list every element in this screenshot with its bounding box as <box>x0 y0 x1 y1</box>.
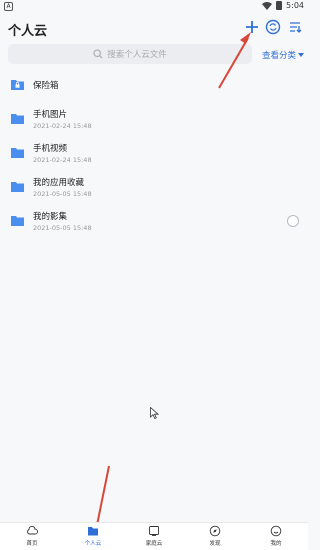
compass-icon <box>209 525 221 537</box>
list-item-folder[interactable]: 我的影集 2021-05-05 15:48 <box>0 206 308 238</box>
tab-label: 个人云 <box>84 541 102 547</box>
tab-family-cloud[interactable]: 家庭云 <box>134 525 174 550</box>
plus-icon <box>246 21 258 33</box>
folder-icon <box>11 182 24 192</box>
cloud-icon <box>27 525 38 535</box>
list-item-folder[interactable]: 手机图片 2021-02-24 15:48 <box>0 104 308 136</box>
triangle-down-icon <box>298 53 305 57</box>
select-radio[interactable] <box>287 215 299 227</box>
file-name: 我的影集 <box>33 212 68 222</box>
search-icon <box>93 49 103 59</box>
folder-icon <box>88 527 98 536</box>
lock-folder-icon <box>11 80 24 90</box>
file-date: 2021-05-05 15:48 <box>33 224 92 232</box>
file-date: 2021-02-24 15:48 <box>33 122 92 130</box>
file-date: 2021-05-05 15:48 <box>33 190 92 198</box>
folder-icon <box>11 216 24 226</box>
tab-me[interactable]: 我的 <box>256 525 296 550</box>
tab-personal-cloud[interactable]: 个人云 <box>73 525 113 550</box>
tab-label: 我的 <box>270 541 282 547</box>
tab-label: 首页 <box>26 541 38 547</box>
list-item-vault[interactable]: 保险箱 <box>0 70 308 102</box>
wifi-icon <box>262 1 273 10</box>
tab-home[interactable]: 首页 <box>12 525 52 550</box>
bottom-tab-bar: 首页 个人云 家庭云 发现 我的 <box>0 522 308 550</box>
mouse-cursor-icon <box>150 407 159 419</box>
file-name: 保险箱 <box>33 81 59 91</box>
view-category-label: 查看分类 <box>262 51 297 61</box>
sync-icon <box>265 19 281 35</box>
file-name: 手机图片 <box>33 110 68 120</box>
view-category-link[interactable]: 查看分类 <box>262 49 305 61</box>
tab-label: 家庭云 <box>145 541 163 547</box>
file-name: 我的应用收藏 <box>33 178 85 188</box>
app-notification-icon: A <box>4 2 13 11</box>
file-name: 手机视频 <box>33 144 68 154</box>
sync-button[interactable] <box>264 18 282 36</box>
page-title: 个人云 <box>8 24 48 39</box>
sort-icon <box>290 22 302 33</box>
status-time: 5:04 <box>286 1 304 10</box>
folder-icon <box>11 114 24 124</box>
list-item-folder[interactable]: 手机视频 2021-02-24 15:48 <box>0 138 308 170</box>
search-placeholder: 搜索个人云文件 <box>107 50 167 60</box>
battery-icon <box>276 1 283 10</box>
file-date: 2021-02-24 15:48 <box>33 156 92 164</box>
folder-icon <box>11 148 24 158</box>
search-input[interactable]: 搜索个人云文件 <box>8 44 252 64</box>
sort-button[interactable] <box>286 18 304 36</box>
smile-icon <box>270 525 282 537</box>
tv-icon <box>149 526 159 536</box>
list-item-folder[interactable]: 我的应用收藏 2021-05-05 15:48 <box>0 172 308 204</box>
header: 个人云 <box>0 14 308 44</box>
status-bar: A 5:04 <box>0 0 308 14</box>
tab-discover[interactable]: 发现 <box>195 525 235 550</box>
add-button[interactable] <box>243 18 261 36</box>
tab-label: 发现 <box>209 541 221 547</box>
